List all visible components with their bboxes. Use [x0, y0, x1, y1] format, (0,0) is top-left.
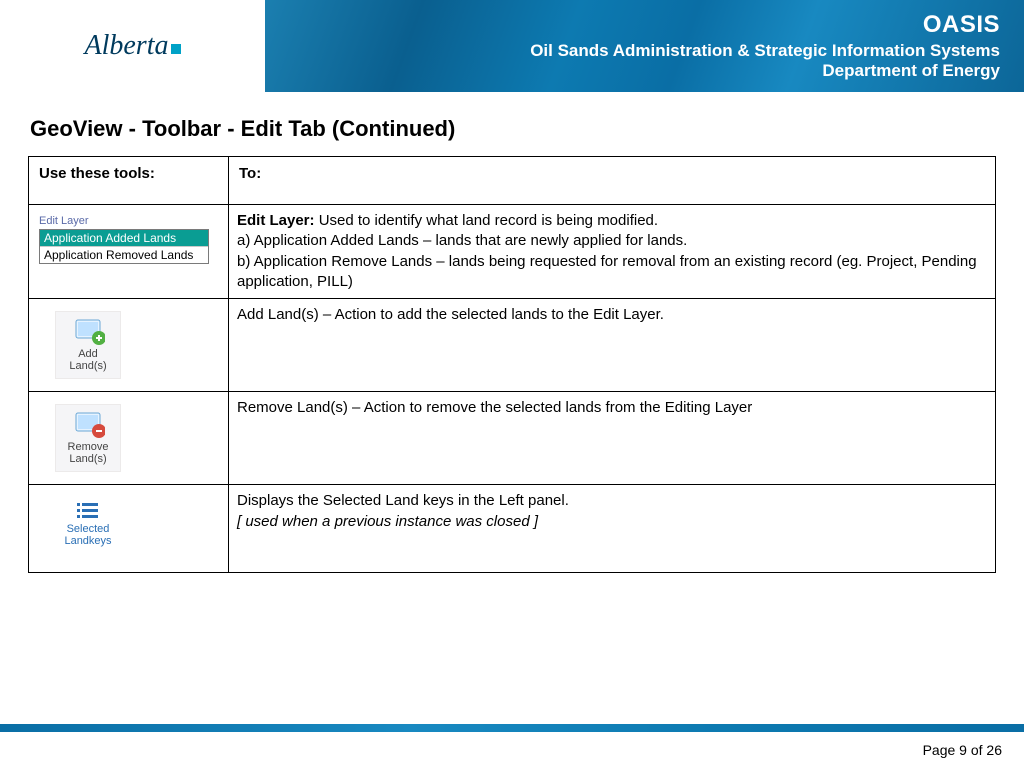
tool-table: Use these tools: To: Edit Layer Applicat… [28, 156, 996, 573]
content: GeoView - Toolbar - Edit Tab (Continued)… [0, 92, 1024, 573]
table-row: SelectedLandkeys Displays the Selected L… [29, 485, 996, 573]
header: Alberta OASIS Oil Sands Administration &… [0, 0, 1024, 92]
page-title: GeoView - Toolbar - Edit Tab (Continued) [30, 116, 996, 142]
desc-text: Add Land(s) – Action to add the selected… [237, 306, 664, 323]
desc-text: Remove Land(s) – Action to remove the se… [237, 399, 752, 416]
edit-layer-option[interactable]: Application Removed Lands [40, 246, 208, 263]
row-desc: Displays the Selected Land keys in the L… [229, 485, 996, 573]
alberta-logo: Alberta [85, 30, 181, 62]
remove-lands-icon [58, 409, 118, 439]
table-row: RemoveLand(s) Remove Land(s) – Action to… [29, 392, 996, 485]
selected-landkeys-button[interactable]: SelectedLandkeys [55, 497, 121, 553]
footer-stripe [0, 724, 1024, 732]
desc-text: Displays the Selected Land keys in the L… [237, 492, 569, 509]
remove-lands-button[interactable]: RemoveLand(s) [55, 404, 121, 472]
logo-text: Alberta [85, 30, 169, 61]
add-lands-button[interactable]: AddLand(s) [55, 311, 121, 379]
desc-text: b) Application Remove Lands – lands bein… [237, 253, 977, 290]
edit-layer-listbox[interactable]: Application Added Lands Application Remo… [39, 229, 209, 264]
row-desc: Remove Land(s) – Action to remove the se… [229, 392, 996, 485]
table-row: AddLand(s) Add Land(s) – Action to add t… [29, 299, 996, 392]
button-caption: AddLand(s) [58, 348, 118, 372]
desc-italic: [ used when a previous instance was clos… [237, 513, 538, 530]
list-icon [57, 501, 119, 521]
row-desc: Add Land(s) – Action to add the selected… [229, 299, 996, 392]
col-header-tools: Use these tools: [29, 157, 229, 205]
row-desc: Edit Layer: Used to identify what land r… [229, 205, 996, 299]
col-header-to: To: [229, 157, 996, 205]
banner: OASIS Oil Sands Administration & Strateg… [265, 0, 1024, 92]
edit-layer-option-selected[interactable]: Application Added Lands [40, 230, 208, 246]
edit-layer-dropdown[interactable]: Edit Layer Application Added Lands Appli… [37, 211, 220, 268]
logo-area: Alberta [0, 0, 265, 92]
table-row: Edit Layer Application Added Lands Appli… [29, 205, 996, 299]
desc-bold: Edit Layer: [237, 212, 315, 229]
banner-subtitle-1: Oil Sands Administration & Strategic Inf… [530, 41, 1000, 61]
button-caption: SelectedLandkeys [57, 523, 119, 547]
desc-text: Used to identify what land record is bei… [315, 212, 659, 229]
logo-square-icon [171, 44, 181, 54]
page-number: Page 9 of 26 [923, 742, 1002, 758]
banner-subtitle-2: Department of Energy [530, 61, 1000, 81]
add-lands-icon [58, 316, 118, 346]
desc-text: a) Application Added Lands – lands that … [237, 232, 687, 249]
table-header-row: Use these tools: To: [29, 157, 996, 205]
button-caption: RemoveLand(s) [58, 441, 118, 465]
banner-title: OASIS [530, 11, 1000, 39]
edit-layer-label: Edit Layer [39, 215, 218, 227]
